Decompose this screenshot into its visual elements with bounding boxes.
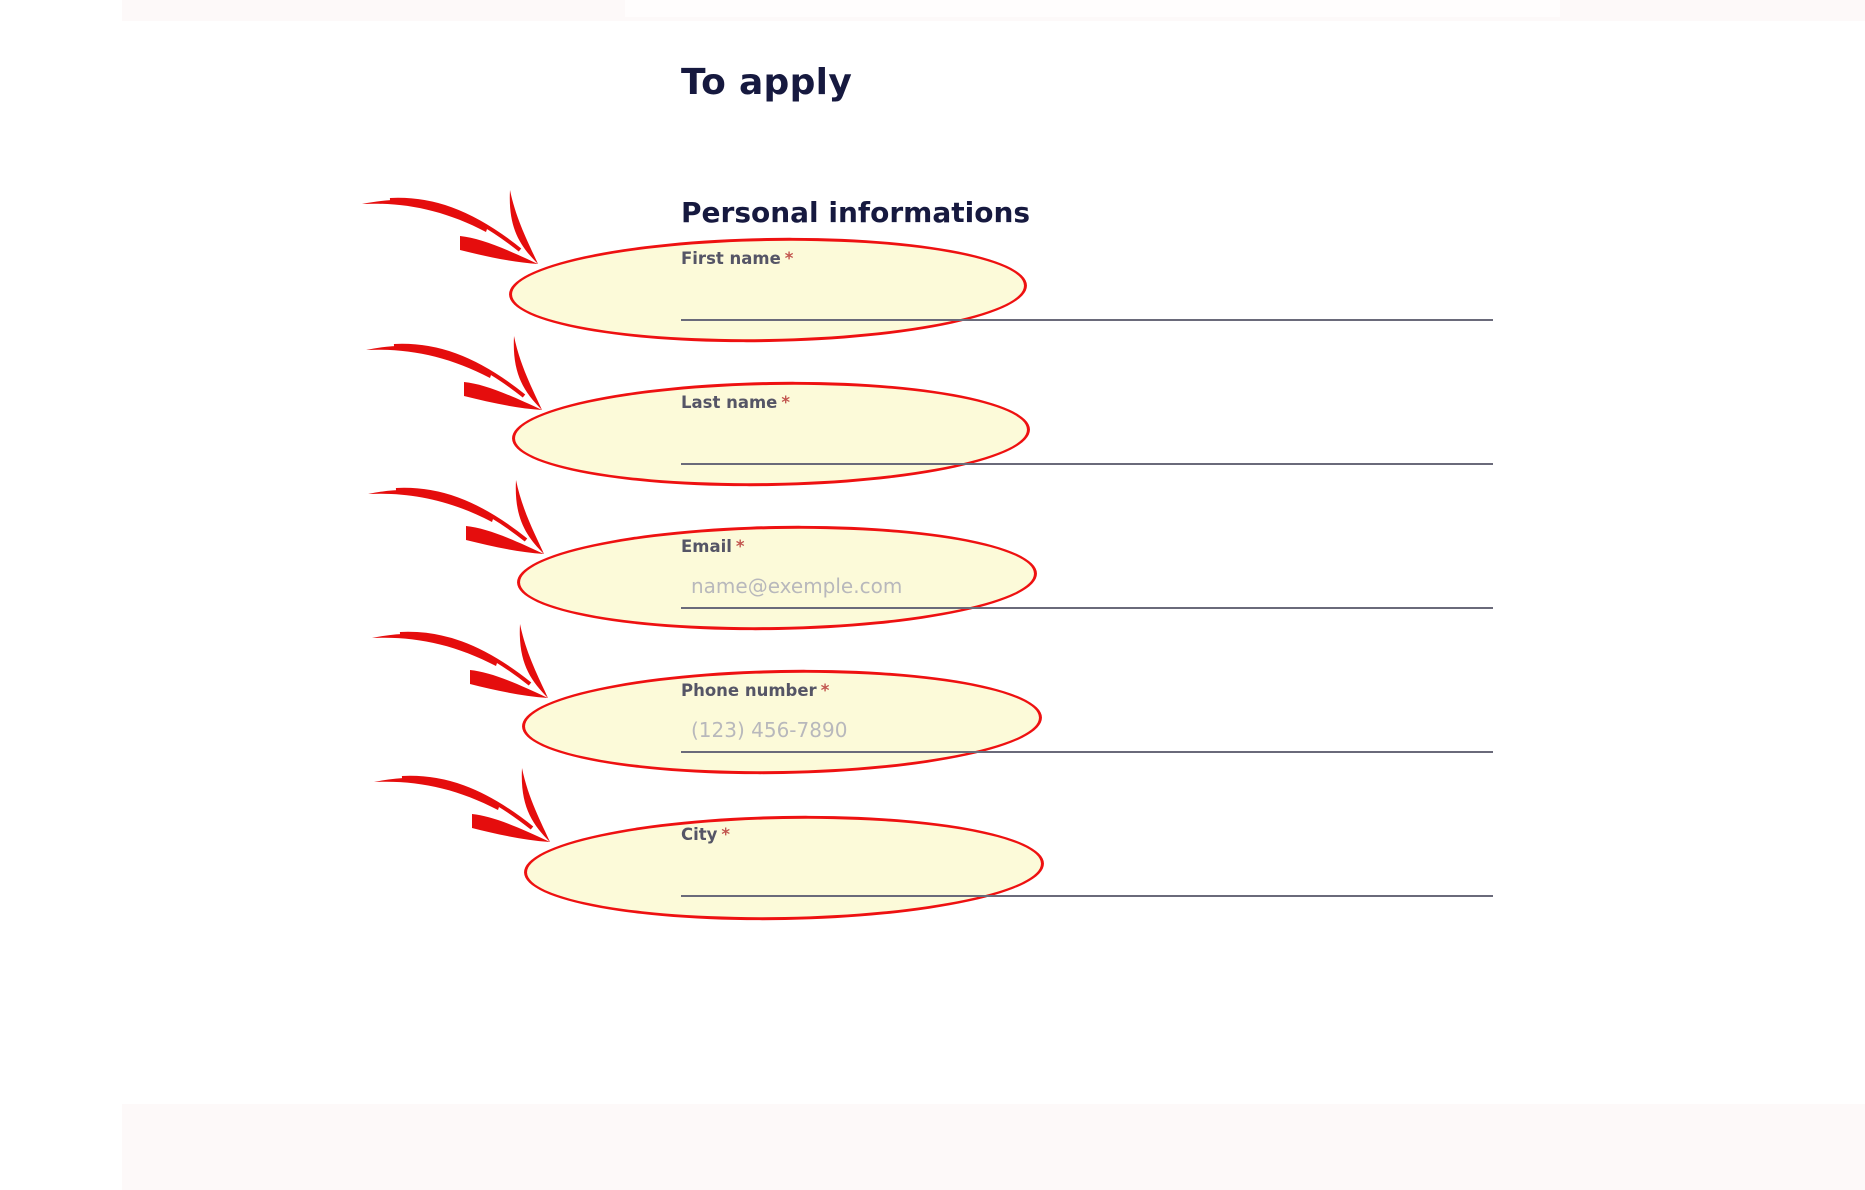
hand-drawn-arrow-icon [374, 768, 550, 842]
city-input[interactable] [681, 853, 1493, 897]
phone-number-label: Phone number * [681, 681, 829, 700]
required-marker: * [784, 249, 794, 268]
top-band-inner [625, 0, 1560, 17]
required-marker: * [781, 393, 791, 412]
email-input[interactable] [681, 565, 1493, 609]
last-name-field: Last name * [681, 393, 1493, 479]
first-name-label-text: First name [681, 249, 781, 268]
last-name-label-text: Last name [681, 393, 778, 412]
hand-drawn-arrow-icon [368, 480, 544, 554]
phone-number-field: Phone number * [681, 681, 1493, 767]
page-canvas: To apply Personal informations First nam… [0, 0, 1865, 1190]
section-title: Personal informations [681, 196, 1031, 229]
email-field: Email * [681, 537, 1493, 623]
city-field: City * [681, 825, 1493, 911]
required-marker: * [735, 537, 745, 556]
hand-drawn-arrow-icon [366, 336, 542, 410]
required-marker: * [820, 681, 830, 700]
bottom-band [122, 1104, 1865, 1190]
required-marker: * [721, 825, 731, 844]
email-label-text: Email [681, 537, 732, 556]
hand-drawn-arrow-icon [362, 190, 538, 264]
last-name-input[interactable] [681, 421, 1493, 465]
email-label: Email * [681, 537, 745, 556]
page-title: To apply [681, 62, 853, 103]
first-name-field: First name * [681, 249, 1493, 335]
city-label: City * [681, 825, 730, 844]
phone-number-input[interactable] [681, 709, 1493, 753]
city-label-text: City [681, 825, 718, 844]
first-name-label: First name * [681, 249, 793, 268]
hand-drawn-arrow-icon [372, 624, 548, 698]
last-name-label: Last name * [681, 393, 790, 412]
first-name-input[interactable] [681, 277, 1493, 321]
phone-number-label-text: Phone number [681, 681, 817, 700]
